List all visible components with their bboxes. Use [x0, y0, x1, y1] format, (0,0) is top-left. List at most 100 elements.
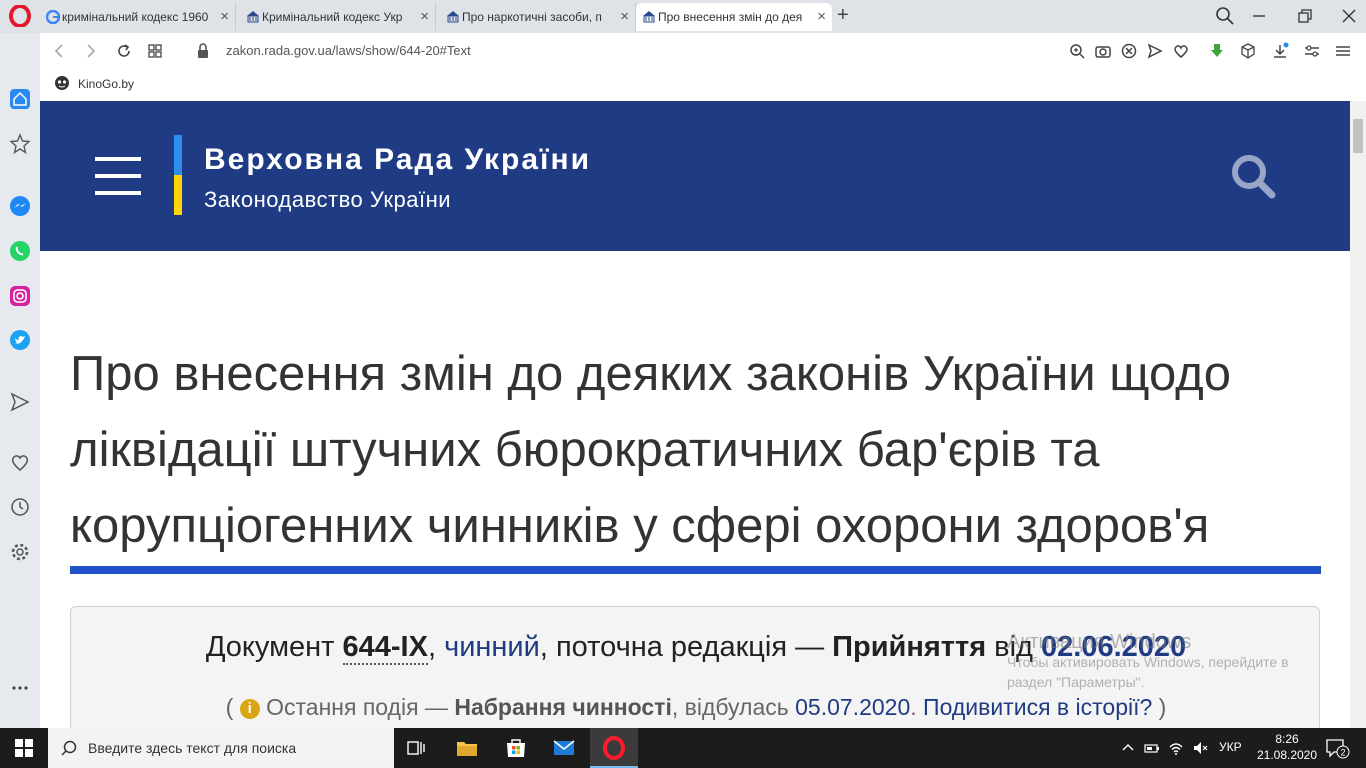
- clock-time[interactable]: 8:26: [1262, 732, 1312, 746]
- hamburger-menu-icon[interactable]: [95, 155, 141, 197]
- cube-icon[interactable]: [1239, 42, 1257, 60]
- close-window-icon[interactable]: [1338, 5, 1360, 27]
- wifi-icon[interactable]: [1168, 740, 1184, 756]
- notification-count: 2: [1340, 748, 1345, 758]
- instagram-icon[interactable]: [9, 285, 31, 307]
- clock-date[interactable]: 21.08.2020: [1252, 748, 1322, 762]
- title-divider: [70, 566, 1321, 574]
- extension-download-icon[interactable]: [1208, 42, 1226, 60]
- close-icon[interactable]: ×: [817, 3, 826, 31]
- document-title: Про внесення змін до деяких законів Укра…: [70, 347, 1232, 553]
- tab-label: Кримінальний кодекс Укр: [262, 10, 403, 24]
- separator: .: [910, 694, 924, 720]
- paren-close: ): [1152, 694, 1167, 720]
- last-event-label: Остання подія —: [259, 694, 455, 720]
- browser-sidebar: [0, 33, 40, 728]
- last-event-name: Набрання чинності: [454, 694, 672, 720]
- rada-icon: [447, 11, 459, 23]
- paren-open: (: [225, 694, 240, 720]
- bookmarks-bar: KinoGo.by: [40, 69, 1366, 99]
- file-explorer-icon[interactable]: [455, 736, 479, 760]
- battery-icon[interactable]: [1144, 740, 1160, 756]
- home-icon[interactable]: [9, 88, 31, 110]
- taskbar-search-box[interactable]: Введите здесь текст для поиска: [48, 728, 394, 768]
- happened-text: , відбулась: [671, 694, 796, 720]
- separator: ,: [427, 631, 445, 663]
- rada-icon: [643, 11, 655, 23]
- more-icon[interactable]: [9, 677, 31, 699]
- browser-tab-bar: кримінальний кодекс 1960 × Кримінальний …: [0, 0, 1366, 33]
- tab-criminal-code-search[interactable]: кримінальний кодекс 1960 ×: [40, 3, 236, 31]
- last-event-date-link[interactable]: 05.07.2020: [795, 694, 910, 720]
- address-bar: zakon.rada.gov.ua/laws/show/644-20#Text: [0, 33, 1366, 69]
- mail-icon[interactable]: [552, 736, 576, 760]
- windows-start-icon[interactable]: [14, 738, 34, 758]
- tab-amendments-law[interactable]: Про внесення змін до дея ×: [636, 3, 832, 31]
- downloads-icon[interactable]: [1271, 42, 1289, 60]
- tab-narcotics-law[interactable]: Про наркотичні засоби, п ×: [440, 3, 636, 31]
- site-header: Верховна Рада України Законодавство Укра…: [40, 101, 1350, 251]
- whatsapp-icon[interactable]: [9, 240, 31, 262]
- minimize-icon[interactable]: [1248, 5, 1270, 27]
- input-language[interactable]: УКР: [1219, 740, 1242, 754]
- opera-taskbar-icon[interactable]: [602, 736, 626, 760]
- page-scrollbar[interactable]: [1350, 101, 1366, 728]
- back-icon[interactable]: [50, 41, 70, 61]
- history-icon[interactable]: [9, 496, 31, 518]
- info-icon: i: [239, 699, 260, 719]
- search-icon: [61, 740, 77, 756]
- settings-icon[interactable]: [9, 541, 31, 563]
- url-field[interactable]: zakon.rada.gov.ua/laws/show/644-20#Text: [226, 43, 471, 58]
- history-link[interactable]: Подивитися в історії?: [923, 694, 1152, 720]
- close-icon[interactable]: ×: [420, 3, 429, 31]
- document-status-link[interactable]: чинний: [444, 631, 540, 663]
- close-icon[interactable]: ×: [220, 3, 229, 31]
- windows-activation-watermark: Активация Windows Чтобы активировать Win…: [1007, 632, 1289, 692]
- tab-label: Про наркотичні засоби, п: [462, 10, 602, 24]
- task-view-icon[interactable]: [404, 736, 428, 760]
- ukraine-flag-bar: [174, 135, 182, 215]
- last-event-line: ( i Остання подія — Набрання чинності, в…: [71, 694, 1321, 721]
- watermark-text-2: раздел "Параметры".: [1007, 674, 1145, 690]
- speed-dial-icon[interactable]: [145, 41, 165, 61]
- menu-icon[interactable]: [1334, 42, 1352, 60]
- snapshot-icon[interactable]: [1094, 42, 1112, 60]
- zoom-icon[interactable]: [1068, 42, 1086, 60]
- scrollbar-thumb[interactable]: [1353, 119, 1363, 153]
- tab-label: Про внесення змін до дея: [658, 10, 803, 24]
- new-tab-button[interactable]: +: [837, 4, 849, 26]
- twitter-icon[interactable]: [9, 329, 31, 351]
- edition-text: , поточна редакція —: [539, 631, 833, 663]
- kinogo-favicon-icon: [55, 76, 69, 90]
- google-icon: [46, 10, 60, 24]
- watermark-text-1: Чтобы активировать Windows, перейдите в: [1007, 654, 1289, 670]
- tab-label: кримінальний кодекс 1960: [62, 10, 209, 24]
- lock-icon[interactable]: [193, 41, 213, 61]
- send-icon[interactable]: [1146, 42, 1164, 60]
- volume-muted-icon[interactable]: [1192, 740, 1208, 756]
- restore-icon[interactable]: [1294, 5, 1316, 27]
- reload-icon[interactable]: [114, 41, 134, 61]
- notification-center-icon[interactable]: 2: [1324, 736, 1350, 760]
- opera-menu-icon[interactable]: [9, 5, 31, 27]
- heart-icon[interactable]: [9, 451, 31, 473]
- chevron-up-icon[interactable]: [1120, 740, 1136, 756]
- easy-setup-icon[interactable]: [1303, 42, 1321, 60]
- heart-icon[interactable]: [1172, 42, 1190, 60]
- search-tabs-icon[interactable]: [1214, 5, 1236, 27]
- search-icon[interactable]: [1230, 153, 1276, 199]
- forward-icon[interactable]: [80, 41, 100, 61]
- messenger-icon[interactable]: [9, 195, 31, 217]
- site-title[interactable]: Верховна Рада України: [204, 143, 591, 177]
- microsoft-store-icon[interactable]: [504, 736, 528, 760]
- watermark-title: Активация Windows: [1007, 631, 1192, 653]
- site-subtitle[interactable]: Законодавство України: [204, 187, 451, 213]
- tab-criminal-code[interactable]: Кримінальний кодекс Укр ×: [240, 3, 436, 31]
- close-icon[interactable]: ×: [620, 3, 629, 31]
- send-icon[interactable]: [9, 391, 31, 413]
- document-number[interactable]: 644-IX: [342, 631, 428, 665]
- bookmark-kinogo[interactable]: KinoGo.by: [78, 77, 134, 91]
- ad-block-icon[interactable]: [1120, 42, 1138, 60]
- taskbar-search-placeholder: Введите здесь текст для поиска: [88, 740, 297, 756]
- star-icon[interactable]: [9, 133, 31, 155]
